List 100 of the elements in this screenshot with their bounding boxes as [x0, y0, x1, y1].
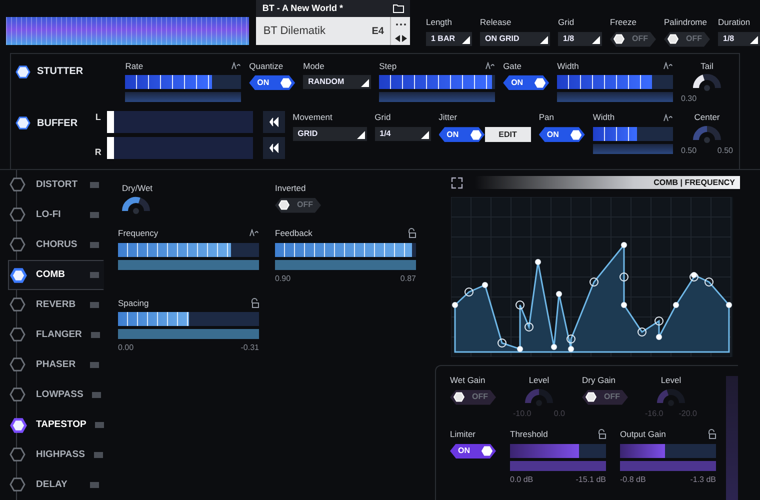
control-point[interactable] — [656, 334, 662, 340]
folder-icon[interactable] — [393, 4, 404, 13]
control-point[interactable] — [704, 278, 714, 286]
drag-handle-icon[interactable] — [90, 242, 99, 248]
reverse-button[interactable] — [262, 137, 285, 160]
lock-icon[interactable] — [407, 228, 416, 238]
lock-icon[interactable] — [597, 429, 606, 440]
control-point[interactable] — [568, 346, 574, 352]
toggle-switch[interactable]: ON — [538, 127, 585, 142]
control-point[interactable] — [482, 282, 488, 288]
drag-handle-icon[interactable] — [90, 182, 99, 188]
effect-item[interactable]: COMB — [8, 260, 104, 290]
dropdown[interactable]: 1/8 — [718, 32, 760, 46]
toggle-switch[interactable]: ON — [438, 127, 485, 142]
power-icon[interactable] — [15, 64, 31, 80]
modulation-icon[interactable] — [231, 62, 242, 70]
modulation-icon[interactable] — [663, 114, 673, 122]
toggle-switch[interactable]: ON — [503, 75, 550, 90]
knob[interactable] — [693, 73, 721, 92]
dropdown[interactable]: 1 BAR — [426, 32, 472, 46]
toggle-switch[interactable]: ON — [249, 75, 296, 90]
toggle-knob-icon — [570, 128, 582, 141]
more-icon[interactable] — [394, 22, 406, 26]
control-point[interactable] — [654, 316, 664, 326]
dropdown[interactable]: GRID — [292, 127, 367, 142]
effect-item[interactable]: CHORUS — [8, 230, 104, 260]
lock-icon[interactable] — [707, 429, 716, 440]
drag-handle-icon[interactable] — [94, 452, 103, 458]
control-label: Freeze — [610, 16, 638, 29]
effect-item[interactable]: FLANGER — [8, 320, 104, 350]
drag-handle-icon[interactable] — [92, 392, 102, 398]
slider-track[interactable] — [592, 127, 673, 142]
drag-handle-icon[interactable] — [95, 422, 104, 428]
edit-button[interactable]: EDIT — [484, 127, 531, 142]
dropdown[interactable]: 1/8 — [558, 32, 602, 46]
value-readout: -1.3 dB — [690, 474, 716, 486]
slider-track[interactable] — [510, 444, 606, 458]
buffer-track[interactable] — [106, 137, 253, 160]
drag-handle-icon[interactable] — [90, 302, 99, 308]
dropdown[interactable]: 1/4 — [374, 127, 431, 142]
effect-item[interactable]: PHASER — [8, 350, 104, 380]
slider-track[interactable] — [620, 444, 716, 458]
dropdown[interactable]: ON GRID — [480, 32, 550, 46]
control-label: Dry/Wet — [122, 182, 153, 195]
toggle-switch[interactable]: ON — [450, 444, 496, 458]
control-point[interactable] — [535, 259, 541, 265]
power-icon[interactable] — [9, 416, 27, 434]
control-point[interactable] — [590, 278, 598, 286]
expand-icon[interactable] — [451, 176, 463, 188]
power-icon[interactable] — [9, 266, 27, 284]
effect-item[interactable]: LOWPASS — [8, 380, 104, 410]
effect-item[interactable]: REVERB — [8, 290, 104, 320]
toggle-knob-icon — [278, 199, 290, 212]
slider-track[interactable] — [125, 75, 242, 90]
effect-item[interactable]: LO-FI — [8, 200, 104, 230]
drag-handle-icon[interactable] — [90, 212, 99, 218]
effect-item[interactable]: TAPESTOP — [8, 410, 104, 440]
chevron-icon — [268, 117, 279, 128]
control-point[interactable] — [452, 302, 458, 308]
next-icon[interactable] — [400, 34, 406, 42]
modulation-icon[interactable] — [249, 229, 259, 238]
previous-icon[interactable] — [394, 34, 400, 42]
knob[interactable] — [122, 196, 150, 215]
control-point[interactable] — [464, 288, 474, 296]
effect-item[interactable]: DELAY — [8, 470, 104, 500]
effect-item[interactable]: DISTORT — [8, 170, 104, 200]
control-point[interactable] — [638, 328, 646, 336]
control-point[interactable] — [556, 291, 562, 297]
control-point[interactable] — [726, 302, 732, 308]
control-point[interactable] — [517, 346, 523, 352]
drag-handle-icon[interactable] — [90, 332, 100, 338]
control-point[interactable] — [621, 242, 627, 248]
reverse-button[interactable] — [262, 111, 285, 134]
control-point[interactable] — [691, 272, 697, 278]
dropdown[interactable]: RANDOM — [303, 75, 372, 90]
modulation-icon[interactable] — [485, 62, 496, 70]
modulation-icon[interactable] — [663, 62, 673, 70]
power-icon[interactable] — [15, 115, 31, 132]
drag-handle-icon[interactable] — [90, 482, 99, 488]
preset-name[interactable]: BT Dilematik — [256, 22, 372, 40]
slider-track[interactable] — [118, 242, 259, 256]
control-point[interactable] — [524, 322, 534, 332]
control-point[interactable] — [620, 272, 628, 282]
value-readout: -0.8 dB — [620, 474, 646, 486]
control-point[interactable] — [566, 334, 576, 344]
control-point[interactable] — [690, 272, 698, 282]
control-point[interactable] — [673, 302, 679, 308]
control-point[interactable] — [498, 338, 506, 348]
control-point[interactable] — [621, 302, 627, 308]
control-point[interactable] — [551, 344, 557, 350]
drag-handle-icon[interactable] — [90, 362, 99, 368]
drag-handle-icon[interactable] — [90, 272, 99, 278]
slider-track[interactable] — [118, 312, 259, 326]
slider-track[interactable] — [557, 75, 673, 90]
buffer-track[interactable] — [106, 111, 253, 134]
graph-title: COMB | FREQUENCY — [475, 176, 740, 189]
control-point[interactable] — [516, 300, 524, 310]
control-label: Inverted — [275, 182, 306, 195]
effect-item[interactable]: HIGHPASS — [8, 440, 104, 470]
lock-icon[interactable] — [250, 298, 259, 308]
